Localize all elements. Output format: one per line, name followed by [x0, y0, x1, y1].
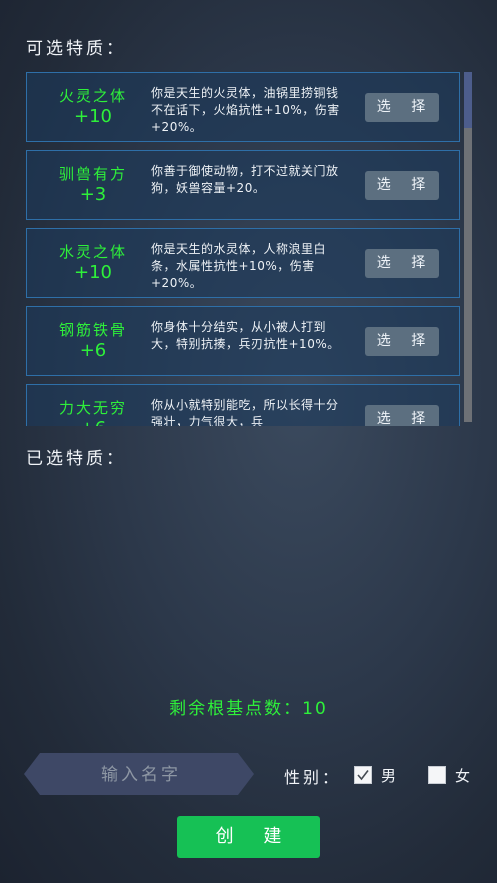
gender-male-checkbox[interactable]: [354, 766, 372, 784]
trait-description: 你是天生的火灵体，油锅里捞铜钱不在话下，火焰抗性+10%，伤害+20%。: [151, 86, 340, 134]
select-trait-button[interactable]: 选 择: [365, 93, 439, 122]
available-traits-title: 可选特质：: [26, 39, 126, 59]
gender-female-checkbox[interactable]: [428, 766, 446, 784]
name-input-container: [24, 753, 254, 797]
create-button[interactable]: 创 建: [177, 816, 320, 858]
scrollbar-thumb[interactable]: [464, 72, 472, 128]
trait-cost: +3: [79, 184, 107, 205]
name-input[interactable]: [44, 753, 238, 797]
trait-name: 水灵之体: [58, 243, 127, 261]
gender-label: 性别：: [284, 768, 342, 787]
trait-description: 你身体十分结实，从小被人打到大，特别抗揍，兵刃抗性+10%。: [151, 320, 340, 351]
select-trait-button[interactable]: 选 择: [365, 327, 439, 356]
traits-scrollbar[interactable]: [464, 72, 472, 422]
trait-cost: +6: [79, 340, 107, 361]
trait-description: 你善于御使动物，打不过就关门放狗，妖兽容量+20。: [151, 164, 339, 195]
trait-card-iron-bones: 钢筋铁骨 +6 你身体十分结实，从小被人打到大，特别抗揍，兵刃抗性+10%。 选…: [26, 306, 460, 376]
select-trait-button[interactable]: 选 择: [365, 171, 439, 200]
trait-description: 你从小就特别能吃，所以长得十分强壮，力气很大，兵: [151, 398, 339, 426]
gender-male-label: 男: [381, 767, 397, 785]
trait-card-great-strength: 力大无穷 +6 你从小就特别能吃，所以长得十分强壮，力气很大，兵 选 择: [26, 384, 460, 426]
selected-traits-title: 已选特质：: [26, 449, 126, 469]
trait-cost: +6: [41, 419, 145, 427]
gender-female-label: 女: [455, 767, 471, 785]
trait-card-water-spirit: 水灵之体 +10 你是天生的水灵体，人称浪里白条，水属性抗性+10%，伤害+20…: [26, 228, 460, 298]
trait-description: 你是天生的水灵体，人称浪里白条，水属性抗性+10%，伤害+20%。: [151, 242, 327, 290]
trait-cost: +10: [74, 262, 112, 283]
available-traits-list[interactable]: 火灵之体 +10 你是天生的火灵体，油锅里捞铜钱不在话下，火焰抗性+10%，伤害…: [24, 68, 474, 426]
select-trait-button[interactable]: 选 择: [365, 405, 439, 426]
trait-name: 钢筋铁骨: [58, 321, 127, 339]
checkmark-icon: [357, 770, 369, 781]
trait-card-beast-tamer: 驯兽有方 +3 你善于御使动物，打不过就关门放狗，妖兽容量+20。 选 择: [26, 150, 460, 220]
trait-name: 火灵之体: [58, 87, 127, 105]
trait-cost: +10: [74, 106, 112, 127]
select-trait-button[interactable]: 选 择: [365, 249, 439, 278]
remaining-points: 剩余根基点数：10: [169, 699, 328, 719]
trait-name: 驯兽有方: [58, 165, 127, 183]
trait-card-fire-spirit: 火灵之体 +10 你是天生的火灵体，油锅里捞铜钱不在话下，火焰抗性+10%，伤害…: [26, 72, 460, 142]
trait-name: 力大无穷: [58, 399, 127, 417]
